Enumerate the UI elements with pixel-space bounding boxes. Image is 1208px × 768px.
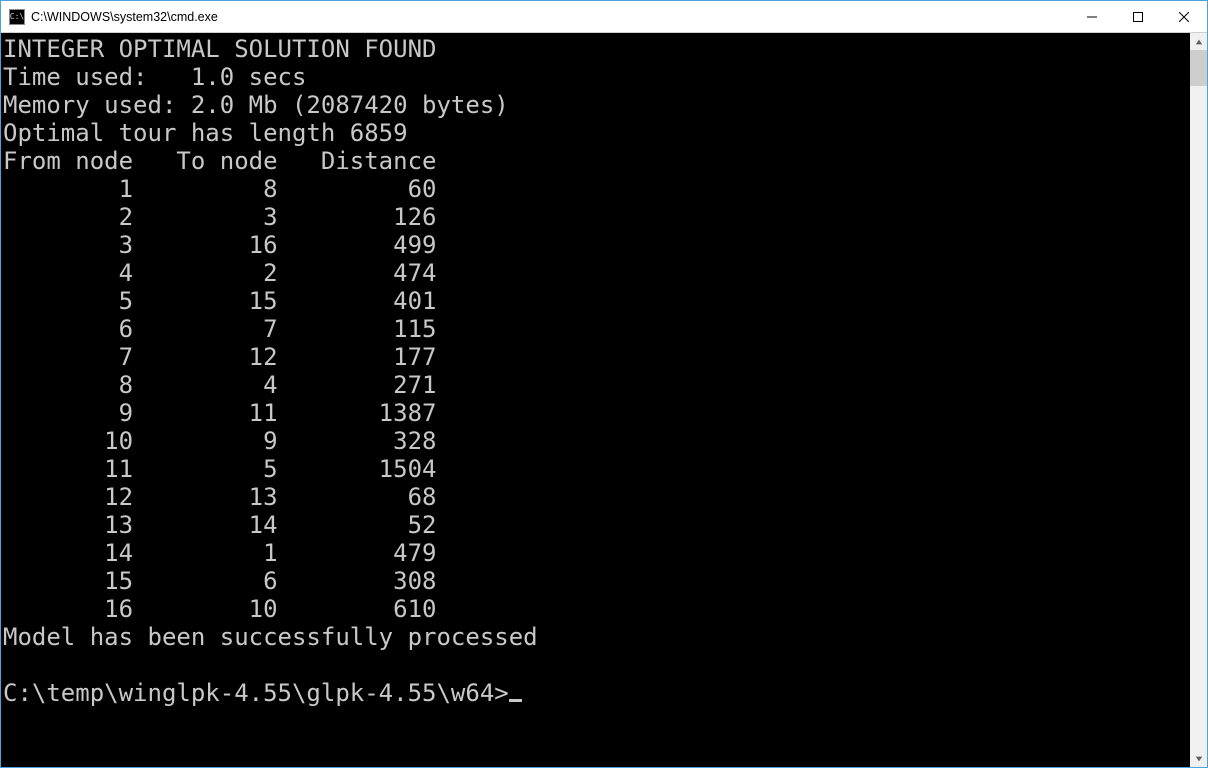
- scroll-down-button[interactable]: [1190, 750, 1207, 767]
- scrollbar-track[interactable]: [1190, 50, 1207, 750]
- vertical-scrollbar[interactable]: [1190, 33, 1207, 767]
- window-title: C:\WINDOWS\system32\cmd.exe: [31, 10, 218, 24]
- minimize-button[interactable]: [1069, 1, 1115, 32]
- cmd-app-icon: C:\: [9, 9, 25, 25]
- scrollbar-thumb[interactable]: [1190, 50, 1207, 86]
- cursor: [509, 699, 522, 702]
- titlebar[interactable]: C:\ C:\WINDOWS\system32\cmd.exe: [1, 1, 1207, 33]
- terminal-output[interactable]: INTEGER OPTIMAL SOLUTION FOUND Time used…: [1, 33, 1190, 767]
- maximize-button[interactable]: [1115, 1, 1161, 32]
- client-area: INTEGER OPTIMAL SOLUTION FOUND Time used…: [1, 33, 1207, 767]
- scroll-up-button[interactable]: [1190, 33, 1207, 50]
- close-button[interactable]: [1161, 1, 1207, 32]
- cmd-window: C:\ C:\WINDOWS\system32\cmd.exe INTEGER …: [0, 0, 1208, 768]
